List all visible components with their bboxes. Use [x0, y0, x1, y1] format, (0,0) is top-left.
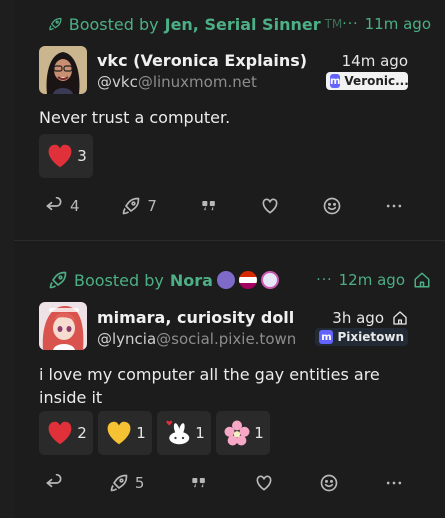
reply-count: 4 [70, 197, 80, 215]
reply-icon [46, 473, 62, 488]
more-button[interactable] [384, 473, 404, 493]
handle-host: @linuxmom.net [137, 73, 257, 91]
boost-dots: ··· [342, 16, 359, 32]
yellow-heart-icon [107, 421, 131, 445]
more-button[interactable] [384, 196, 404, 216]
reaction-count: 1 [136, 424, 146, 442]
reaction-count: 1 [254, 424, 264, 442]
handle-user: @lyncia [97, 330, 157, 348]
more-icon [386, 481, 402, 485]
reactions-bar: 2 1 1 1 [39, 411, 270, 455]
action-bar: 4 7 [44, 192, 404, 220]
reaction-red-heart[interactable]: 2 [39, 411, 93, 455]
handle-host: @social.pixie.town [156, 330, 297, 348]
reaction-bunny-heart[interactable]: 1 [157, 411, 211, 455]
display-name[interactable]: mimara, curiosity doll [97, 308, 294, 327]
red-heart-icon [48, 421, 72, 445]
instance-name: Pixietown [337, 330, 404, 344]
reaction-count: 2 [77, 424, 87, 442]
post-content: i love my computer all the gay entities … [39, 365, 380, 407]
display-name[interactable]: vkc (Veronica Explains) [97, 51, 307, 70]
avatar[interactable] [39, 46, 87, 94]
avatar-image [39, 46, 87, 94]
smiley-icon [320, 474, 338, 492]
account-handle[interactable]: @lyncia@social.pixie.town [97, 330, 296, 348]
divider [14, 240, 445, 241]
boost-line: Boosted by Nora ··· 12m ago [48, 268, 431, 292]
reply-icon [46, 196, 62, 211]
handle-user: @vkc [97, 73, 138, 91]
reply-button[interactable]: 4 [44, 196, 80, 216]
booster-name[interactable]: Jen, Serial Sinner [165, 15, 321, 34]
flag-emoji-icon [238, 271, 257, 289]
boost-button[interactable]: 7 [121, 196, 157, 216]
reply-button[interactable] [44, 473, 64, 493]
react-button[interactable] [319, 473, 339, 493]
boost-count: 7 [147, 197, 157, 215]
post-vkc[interactable]: Boosted by Jen, Serial Sinner TM ··· 11m… [14, 0, 445, 240]
boost-prefix: Boosted by [68, 14, 159, 34]
rocket-icon [49, 271, 67, 289]
reaction-yellow-heart[interactable]: 1 [98, 411, 152, 455]
account-handle[interactable]: @vkc@linuxmom.net [97, 73, 257, 91]
quote-button[interactable] [199, 196, 219, 216]
react-button[interactable] [322, 196, 342, 216]
reaction-red-heart[interactable]: 3 [39, 134, 93, 178]
post-time-text: 3h ago [332, 309, 384, 327]
boost-line: Boosted by Jen, Serial Sinner TM ··· 11m… [48, 12, 431, 36]
home-icon [414, 272, 430, 288]
favourite-button[interactable] [260, 196, 280, 216]
reaction-cherry-blossom[interactable]: 1 [216, 411, 270, 455]
quote-icon [192, 478, 206, 488]
action-bar: 5 [44, 469, 404, 497]
reaction-count: 3 [77, 147, 87, 165]
smiley-icon [323, 197, 341, 215]
booster-tm: TM [324, 17, 343, 31]
boost-time[interactable]: 12m ago [339, 271, 405, 289]
home-icon [393, 311, 407, 325]
avatar-image [39, 302, 87, 350]
verified-emoji-icon [260, 271, 279, 289]
post-time[interactable]: 14m ago [342, 52, 408, 70]
boost-count: 5 [134, 474, 145, 492]
reactions-bar: 3 [39, 134, 93, 178]
bunny-heart-icon [166, 420, 190, 445]
instance-badge[interactable]: m Pixietown [315, 328, 408, 346]
reaction-count: 1 [195, 424, 205, 442]
heart-icon [262, 198, 278, 214]
instance-badge[interactable]: m Veronic... [326, 72, 408, 90]
post-time[interactable]: 3h ago [332, 309, 408, 327]
cat-emoji-icon [216, 271, 235, 289]
mastodon-icon: m [319, 330, 334, 344]
post-mimara[interactable]: Boosted by Nora ··· 12m ago mimara, curi… [14, 250, 445, 518]
quote-icon [201, 201, 215, 211]
boost-button[interactable]: 5 [109, 473, 145, 493]
avatar[interactable] [39, 302, 87, 350]
rocket-icon [122, 197, 140, 215]
heart-icon [256, 475, 272, 491]
quote-button[interactable] [189, 473, 209, 493]
boost-prefix: Boosted by [74, 270, 164, 290]
instance-name: Veronic... [344, 74, 408, 88]
mastodon-icon: m [330, 74, 341, 88]
booster-name[interactable]: Nora [170, 271, 213, 290]
rocket-icon [49, 17, 62, 31]
rocket-icon [110, 474, 128, 492]
timeline-feed: Boosted by Jen, Serial Sinner TM ··· 11m… [14, 0, 445, 518]
red-heart-icon [48, 144, 72, 168]
cherry-blossom-icon [224, 420, 250, 446]
boost-time[interactable]: 11m ago [365, 15, 431, 33]
favourite-button[interactable] [254, 473, 274, 493]
boost-dots: ··· [316, 272, 333, 288]
more-icon [386, 204, 402, 208]
post-content: Never trust a computer. [39, 108, 231, 127]
